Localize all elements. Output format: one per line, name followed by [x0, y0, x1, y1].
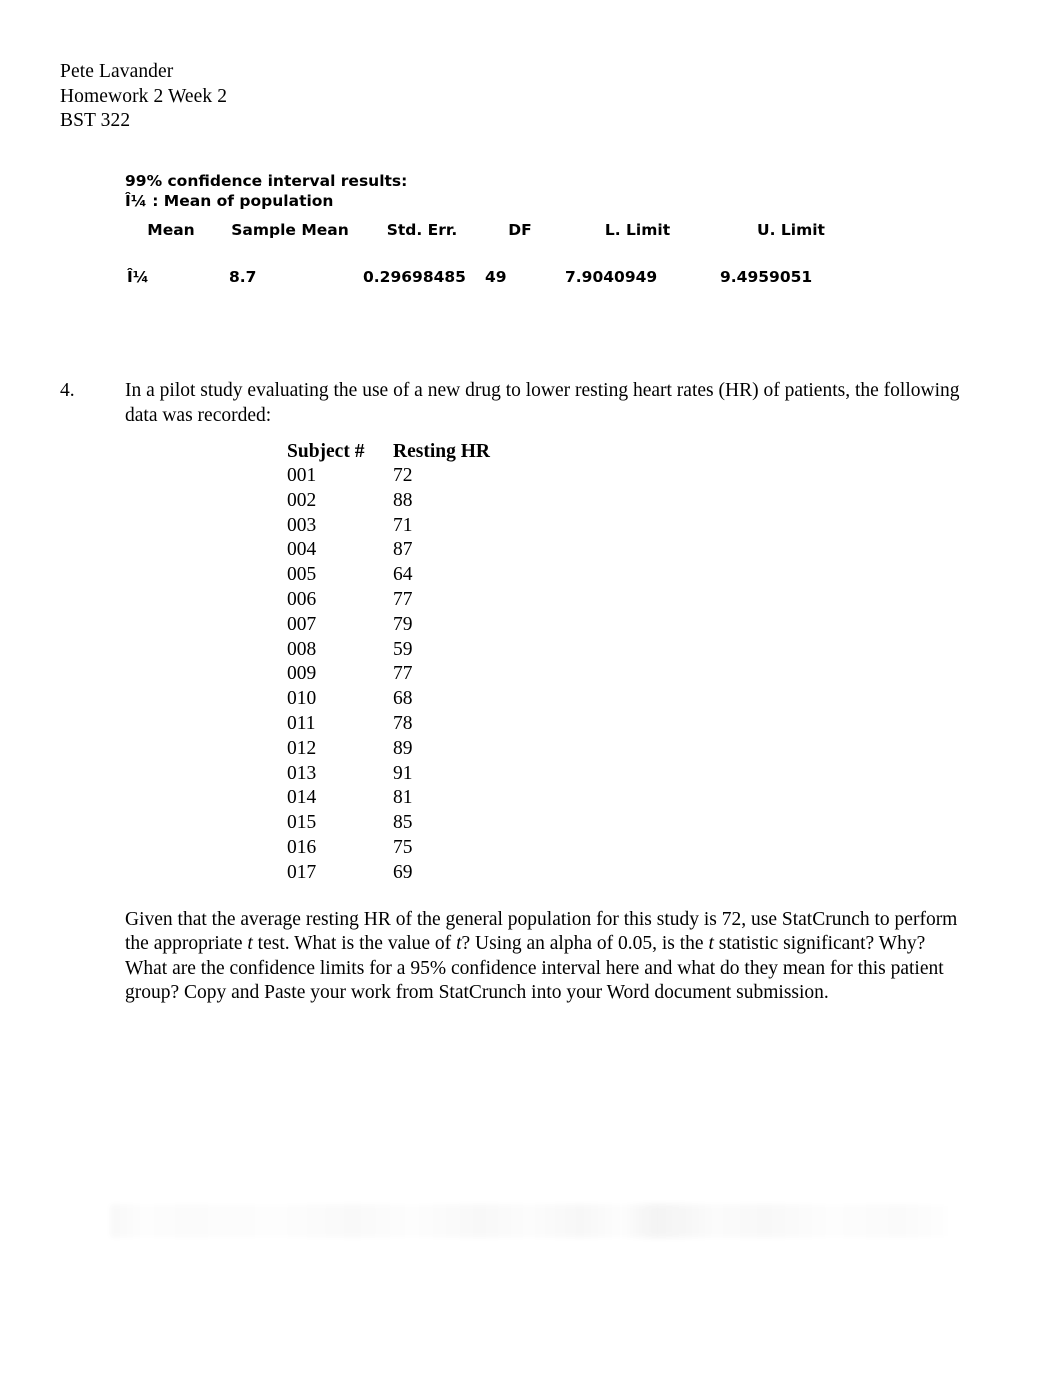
statcrunch-results-table: Mean Sample Mean Std. Err. DF L. Limit U…	[125, 220, 866, 288]
subject-id-cell: 013	[287, 762, 317, 784]
resting-hr-cell: 69	[393, 861, 413, 883]
statcrunch-col-mean: Mean	[147, 221, 195, 239]
resting-hr-cell: 81	[393, 787, 413, 809]
table-row: 004 87	[287, 538, 513, 563]
table-row: 002 88	[287, 489, 513, 514]
table-row: 011 78	[287, 712, 513, 737]
subject-id-cell: 017	[287, 861, 317, 883]
resting-hr-cell: 64	[393, 564, 413, 586]
statcrunch-value-u-limit: 9.4959051	[720, 268, 813, 286]
resting-hr-cell: 77	[393, 588, 413, 610]
table-row: 014 81	[287, 786, 513, 811]
bottom-faint-artifact	[110, 1204, 950, 1238]
subject-id-cell: 015	[287, 812, 317, 834]
table-row: 001 72	[287, 464, 513, 489]
subject-id-cell: 002	[287, 489, 317, 511]
table-row: 003 71	[287, 514, 513, 539]
statcrunch-header-row: Mean Sample Mean Std. Err. DF L. Limit U…	[125, 220, 866, 267]
table-row: 010 68	[287, 687, 513, 712]
resting-hr-table: Subject # Resting HR 001 72 002 88 003 71 004 8…	[287, 439, 513, 886]
student-name: Pete Lavander	[60, 61, 174, 82]
table-row: 012 89	[287, 737, 513, 762]
statcrunch-value-l-limit: 7.9040949	[565, 268, 658, 286]
question-4-block: 4. In a pilot study evaluating the use o…	[60, 378, 990, 1006]
table-row: 017 69	[287, 861, 513, 886]
question-intro-text: In a pilot study evaluating the use of a…	[125, 380, 960, 426]
resting-hr-body: 001 72 002 88 003 71 004 87 005 64 006 77 007 79 008 59…	[287, 464, 513, 886]
statcrunch-col-sample-mean: Sample Mean	[231, 221, 349, 239]
subject-id-cell: 016	[287, 836, 317, 858]
outro-segment-2: test. What is the value of	[252, 933, 457, 955]
statcrunch-value-sample-mean: 8.7	[229, 268, 257, 286]
statcrunch-data-row: Î¼ 8.7 0.29698485 49 7.9040949 9.4959051	[125, 267, 866, 288]
resting-hr-cell: 79	[393, 613, 413, 635]
resting-hr-cell: 72	[393, 465, 413, 486]
table-row: 013 91	[287, 762, 513, 787]
question-number: 4.	[60, 380, 75, 401]
subject-id-cell: 014	[287, 787, 317, 809]
resting-hr-cell: 68	[393, 688, 413, 710]
subject-id-cell: 003	[287, 514, 317, 536]
document-header: Pete Lavander Homework 2 Week 2 BST 322	[60, 60, 227, 134]
resting-hr-cell: 88	[393, 489, 413, 511]
subject-id-cell: 012	[287, 737, 317, 759]
table-row: 016 75	[287, 836, 513, 861]
subject-id-cell: 009	[287, 663, 317, 685]
table-row: 007 79	[287, 613, 513, 638]
resting-hr-header-row: Subject # Resting HR	[287, 439, 513, 464]
table-row: 006 77	[287, 588, 513, 613]
statcrunch-title: 99% confidence interval results:	[125, 172, 408, 190]
table-row: 009 77	[287, 662, 513, 687]
document-page: Pete Lavander Homework 2 Week 2 BST 322 …	[0, 0, 1062, 1376]
resting-hr-cell: 77	[393, 663, 413, 685]
subject-id-cell: 001	[287, 465, 317, 486]
subject-id-cell: 008	[287, 638, 317, 660]
resting-hr-col-value: Resting HR	[393, 441, 490, 462]
resting-hr-cell: 89	[393, 737, 413, 759]
table-row: 008 59	[287, 638, 513, 663]
question-outro-text: Given that the average resting HR of the…	[125, 908, 963, 1006]
statcrunch-col-df: DF	[508, 221, 532, 239]
resting-hr-cell: 71	[393, 514, 413, 536]
subject-id-cell: 005	[287, 564, 317, 586]
table-row: 015 85	[287, 811, 513, 836]
statcrunch-col-std-err: Std. Err.	[386, 221, 458, 239]
statcrunch-col-u-limit: U. Limit	[757, 221, 825, 239]
subject-id-cell: 006	[287, 588, 317, 610]
statcrunch-value-std-err: 0.29698485	[363, 267, 481, 288]
subject-id-cell: 011	[287, 712, 316, 734]
resting-hr-col-subject: Subject #	[287, 441, 365, 462]
statcrunch-parameter-line: Î¼ : Mean of population	[125, 191, 334, 210]
assignment-title: Homework 2 Week 2	[60, 85, 228, 107]
subject-id-cell: 007	[287, 613, 317, 635]
statcrunch-value-std-err-text: 0.29698485	[363, 268, 466, 286]
resting-hr-cell: 78	[393, 712, 413, 734]
statcrunch-results-block: 99% confidence interval results: Î¼ : Me…	[125, 172, 866, 288]
statcrunch-col-l-limit: L. Limit	[604, 221, 671, 239]
resting-hr-cell: 91	[393, 762, 413, 784]
outro-segment-3: ? Using an alpha of 0.05, is the	[461, 933, 709, 955]
subject-id-cell: 010	[287, 688, 317, 710]
resting-hr-cell: 59	[393, 638, 413, 660]
statcrunch-value-parameter: Î¼	[127, 268, 149, 286]
course-code: BST 322	[60, 110, 131, 131]
statcrunch-value-df: 49	[485, 268, 507, 286]
resting-hr-cell: 87	[393, 539, 413, 561]
table-row: 005 64	[287, 563, 513, 588]
resting-hr-cell: 75	[393, 836, 413, 858]
subject-id-cell: 004	[287, 539, 317, 561]
resting-hr-cell: 85	[393, 812, 413, 834]
question-body: In a pilot study evaluating the use of a…	[125, 378, 990, 1006]
